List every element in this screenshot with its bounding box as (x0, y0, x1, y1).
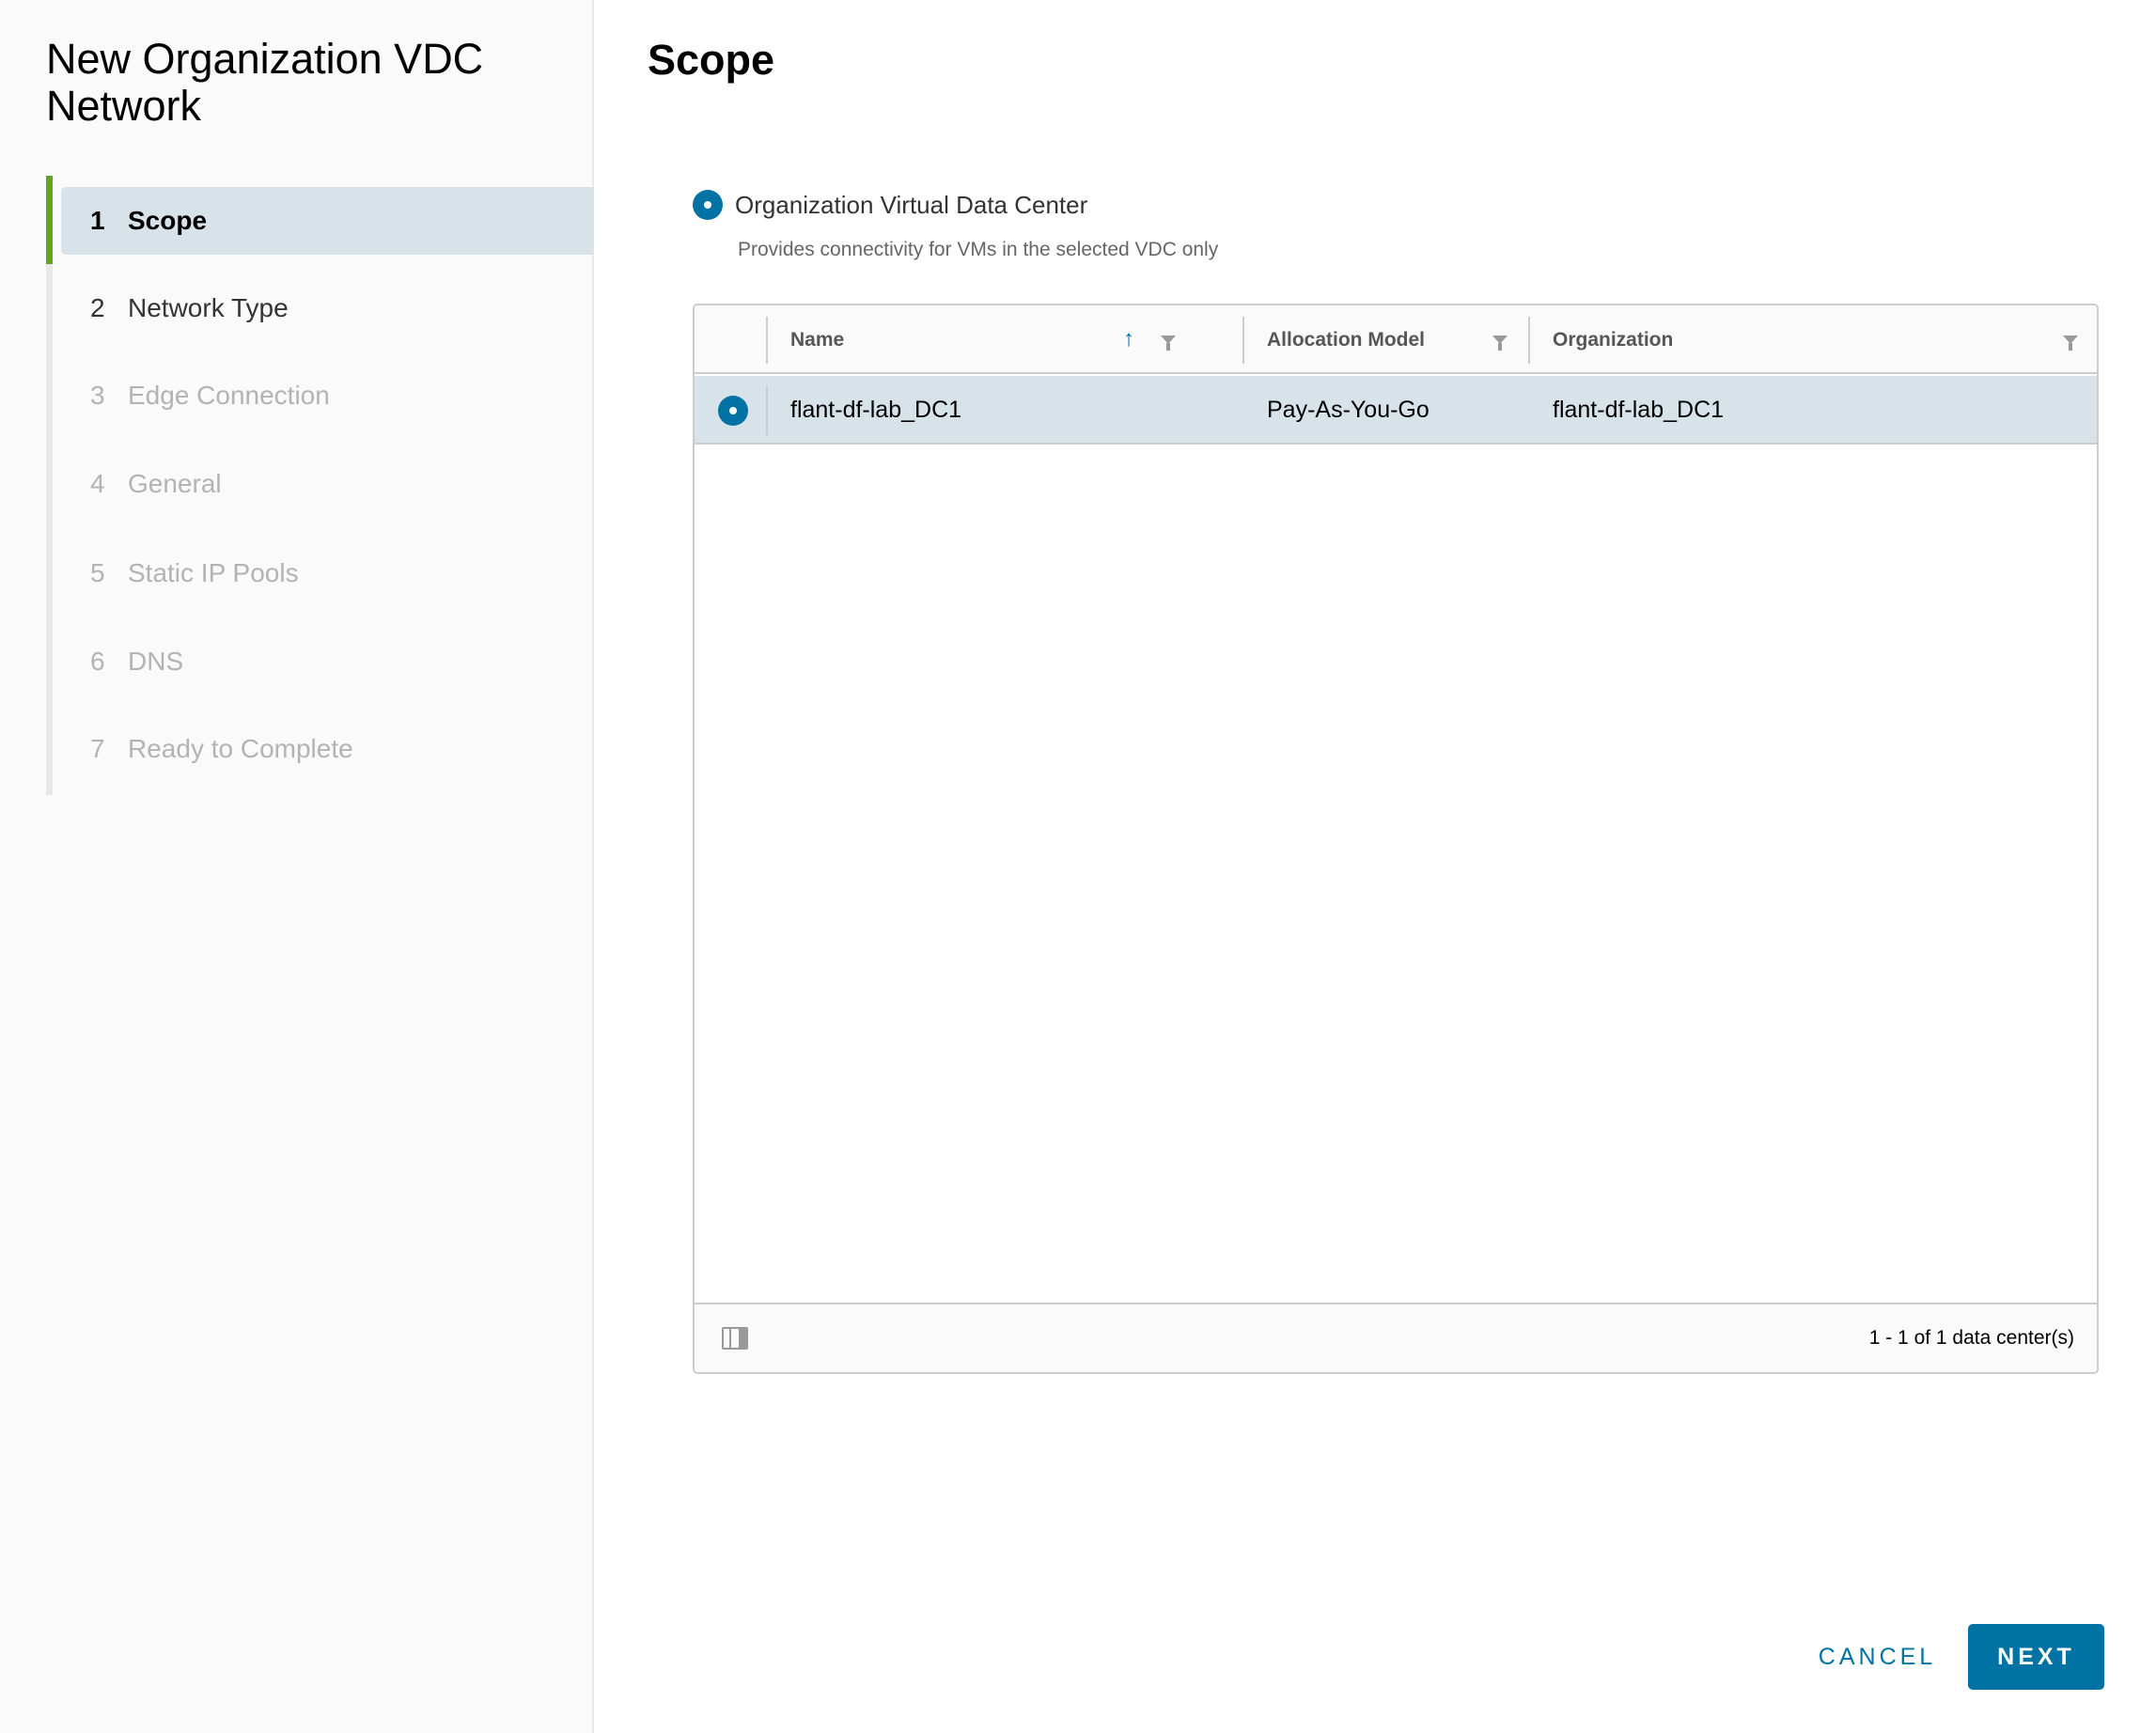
steps-track (46, 176, 53, 795)
table-row[interactable]: flant-df-lab_DC1 Pay-As-You-Go flant-df-… (695, 376, 2097, 445)
step-number: 6 (90, 647, 105, 676)
grid-footer: 1 - 1 of 1 data center(s) (695, 1303, 2097, 1372)
scope-option-label: Organization Virtual Data Center (735, 190, 1088, 219)
column-header-label: Organization (1553, 328, 1674, 351)
column-header-organization[interactable]: Organization (1553, 305, 1673, 374)
column-separator[interactable] (766, 317, 768, 364)
wizard-sidebar: New Organization VDC Network 1 Scope 2 N… (0, 0, 594, 1733)
wizard-title: New Organization VDC Network (46, 35, 484, 130)
wizard-step-edge-connection: 3 Edge Connection (61, 362, 594, 429)
step-label: Static IP Pools (128, 558, 299, 587)
step-number: 5 (90, 558, 105, 587)
scope-option-org-vdc[interactable]: Organization Virtual Data Center (693, 190, 1087, 220)
column-header-label: Name (790, 328, 845, 351)
step-label: Ready to Complete (128, 734, 353, 763)
cell-allocation-model: Pay-As-You-Go (1267, 397, 1430, 423)
column-toggle-icon[interactable] (722, 1327, 748, 1350)
step-label: General (128, 469, 222, 498)
cell-organization: flant-df-lab_DC1 (1553, 397, 1725, 423)
step-number: 2 (90, 293, 105, 322)
column-header-name[interactable]: Name (790, 305, 844, 374)
wizard-step-ready-to-complete: 7 Ready to Complete (61, 715, 594, 783)
wizard-step-dns: 6 DNS (61, 628, 594, 695)
arrow-up-icon[interactable]: ↑ (1116, 326, 1142, 352)
grid-header: Name ↑ Allocation Model Organization (695, 305, 2097, 374)
steps-progress-indicator (46, 176, 53, 264)
wizard-step-general: 4 General (61, 450, 594, 518)
column-separator (766, 385, 768, 435)
column-header-allocation-model[interactable]: Allocation Model (1267, 305, 1425, 374)
step-label: Scope (128, 206, 208, 235)
next-button[interactable]: NEXT (1968, 1624, 2104, 1690)
step-number: 4 (90, 469, 105, 498)
cell-name: flant-df-lab_DC1 (790, 397, 962, 423)
row-radio-selected-icon[interactable] (718, 396, 748, 426)
wizard-step-network-type[interactable]: 2 Network Type (61, 274, 594, 342)
wizard-step-static-ip-pools: 5 Static IP Pools (61, 539, 594, 607)
scope-option-description: Provides connectivity for VMs in the sel… (738, 239, 1219, 260)
wizard-step-scope[interactable]: 1 Scope (61, 187, 594, 255)
step-label: Network Type (128, 293, 289, 322)
filter-icon[interactable] (2057, 326, 2084, 352)
column-separator[interactable] (1242, 317, 1244, 364)
step-label: DNS (128, 647, 184, 676)
step-number: 3 (90, 381, 105, 410)
column-header-label: Allocation Model (1267, 328, 1425, 351)
step-label: Edge Connection (128, 381, 330, 410)
radio-selected-icon[interactable] (693, 190, 723, 220)
step-number: 1 (90, 206, 105, 235)
cancel-button[interactable]: CANCEL (1804, 1624, 1950, 1690)
vdc-datagrid: Name ↑ Allocation Model Organization fla… (693, 304, 2099, 1374)
page-title: Scope (648, 36, 775, 84)
filter-icon[interactable] (1487, 326, 1513, 352)
filter-icon[interactable] (1155, 326, 1181, 352)
pagination-description: 1 - 1 of 1 data center(s) (1868, 1327, 2074, 1349)
column-separator[interactable] (1528, 317, 1530, 364)
step-number: 7 (90, 734, 105, 763)
